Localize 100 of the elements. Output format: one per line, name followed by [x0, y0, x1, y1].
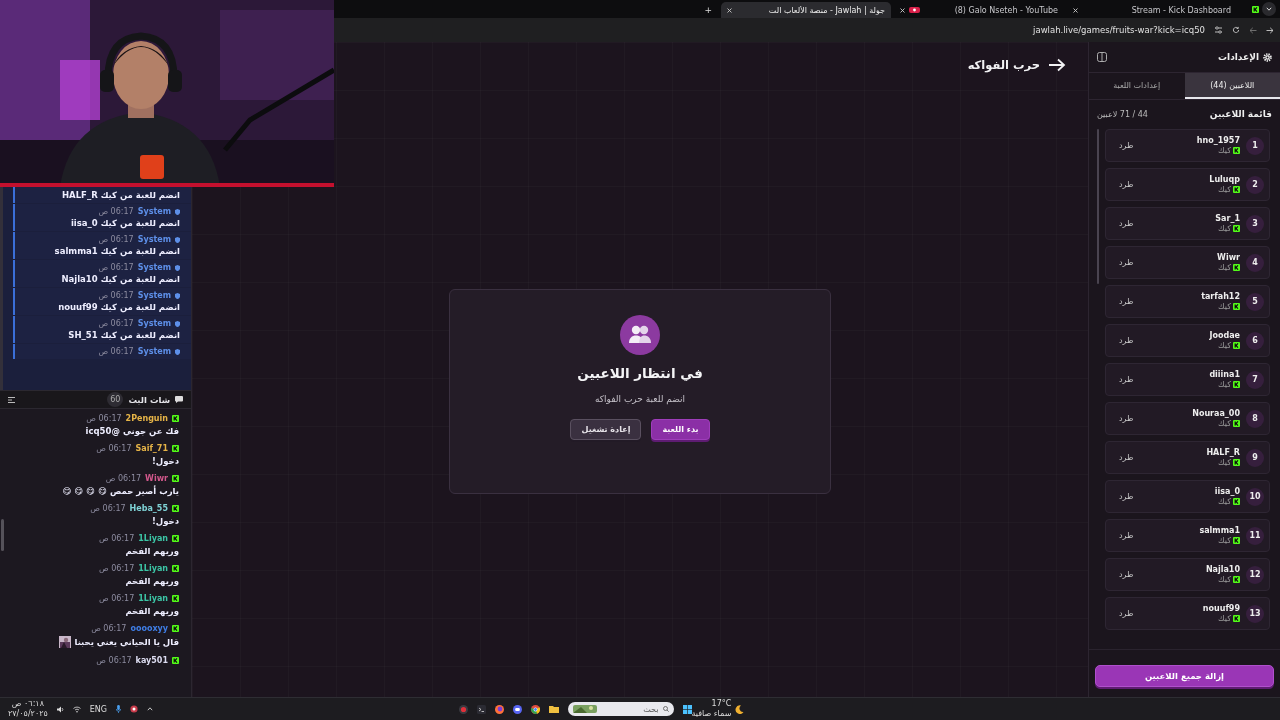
new-tab-button[interactable]: + [698, 2, 718, 18]
logo-icon [172, 535, 179, 542]
player-name: Sar_1 [1215, 214, 1240, 223]
rank-badge: 12 [1246, 565, 1264, 584]
platform-label: كيك [1218, 341, 1231, 350]
sidebar-tab[interactable]: اللاعبين (44) [1184, 73, 1280, 99]
browser-tab[interactable]: (8) Galo Nseteh - YouTube [894, 2, 1064, 18]
rank-badge: 5 [1246, 292, 1264, 311]
logo-icon [1233, 615, 1240, 622]
platform-label: كيك [1218, 419, 1231, 428]
close-icon[interactable] [1073, 7, 1078, 13]
browser-icon[interactable] [530, 704, 540, 714]
kick-button[interactable]: طرد [1111, 450, 1142, 465]
restart-button[interactable]: إعادة تشغيل [570, 419, 642, 440]
close-icon[interactable] [900, 7, 905, 13]
remove-all-button[interactable]: إزالة جميع اللاعبين [1095, 665, 1274, 688]
search-field[interactable]: بحث [567, 702, 674, 716]
username: 2Penguin [125, 414, 168, 423]
player-name: Wiwr [1217, 253, 1240, 262]
message-time: 06:17 ص [99, 594, 135, 603]
logo-icon [1233, 498, 1240, 505]
shield-icon [175, 348, 180, 355]
rank-badge: 10 [1246, 487, 1264, 506]
sidebar-tab[interactable]: إعدادات اللعبة [1089, 73, 1185, 99]
logo-icon [1233, 459, 1240, 466]
chat-title: شات البث [128, 394, 170, 405]
weather-temperature: 17°C [711, 699, 732, 709]
status-text: انضم للعبة حرب الفواكه [595, 394, 686, 404]
message-time: 06:17 ص [99, 564, 135, 573]
kick-button[interactable]: طرد [1111, 177, 1142, 192]
scrollbar-thumb[interactable] [1, 519, 4, 551]
rank-badge: 6 [1246, 331, 1264, 350]
player-name: salmma1 [1199, 526, 1240, 535]
right-arrow-icon[interactable] [1266, 26, 1274, 34]
rank-badge: 1 [1246, 136, 1264, 155]
logo-icon [172, 595, 179, 602]
kick-button[interactable]: طرد [1111, 138, 1142, 153]
message-text: فك عن جوني @icq50 [85, 426, 179, 436]
pinned-tab-icon[interactable] [1252, 5, 1259, 13]
terminal-icon[interactable] [476, 704, 486, 714]
platform-label: كيك [1218, 302, 1231, 311]
message-time: 06:17 ص [98, 207, 134, 216]
player-count: 44 / 71 لاعبين [1097, 109, 1148, 119]
rank-badge: 8 [1246, 409, 1264, 428]
kick-button[interactable]: طرد [1111, 489, 1142, 504]
message-text: salmma1 انضم للعبة من كيك [53, 246, 180, 256]
address-field[interactable]: jawlah.live/games/fruits-war?kick=icq50 [1033, 25, 1205, 35]
username: Wiwr [145, 474, 168, 483]
wifi-icon[interactable] [72, 705, 81, 713]
logo-icon [172, 505, 179, 512]
record-icon[interactable] [130, 705, 138, 713]
chat-bubble-icon[interactable] [512, 704, 522, 714]
microphone-icon[interactable] [116, 705, 121, 713]
player-name: hno_1957 [1196, 136, 1240, 145]
start-button[interactable]: بدء اللعبة [651, 419, 710, 440]
chevron-up-icon[interactable] [147, 707, 153, 711]
username: 1Liyan [138, 534, 168, 543]
left-arrow-icon[interactable] [1249, 26, 1257, 34]
menu-icon[interactable] [8, 396, 15, 403]
kick-button[interactable]: طرد [1111, 528, 1142, 543]
username: kay501 [135, 656, 168, 665]
kick-button[interactable]: طرد [1111, 255, 1142, 270]
rank-badge: 2 [1246, 175, 1264, 194]
folder-icon[interactable] [548, 705, 559, 713]
kick-button[interactable]: طرد [1111, 372, 1142, 387]
speaker-icon[interactable] [56, 705, 64, 713]
shield-icon [175, 264, 180, 271]
platform-label: كيك [1218, 380, 1231, 389]
message-text: وريهم الفخم [125, 606, 179, 616]
username: 1Liyan [138, 564, 168, 573]
kick-button[interactable]: طرد [1111, 333, 1142, 348]
rank-badge: 11 [1246, 526, 1264, 545]
kick-button[interactable]: طرد [1111, 411, 1142, 426]
close-icon[interactable] [727, 7, 732, 13]
browser-tab[interactable]: جولة | Jawlah - منصة الألعاب الت [721, 2, 891, 18]
browser-tab[interactable]: Stream - Kick Dashboard [1067, 2, 1237, 18]
logo-icon [172, 415, 179, 422]
player-name: nouuf99 [1202, 604, 1240, 613]
reload-icon[interactable] [1232, 26, 1240, 34]
kick-button[interactable]: طرد [1111, 567, 1142, 582]
message-text: وريهم الفخم [125, 546, 179, 556]
logo-icon [1233, 420, 1240, 427]
platform-label: كيك [1218, 614, 1231, 623]
moon-icon [735, 704, 745, 714]
language-indicator[interactable]: ENG [89, 704, 107, 714]
logo-icon [1233, 381, 1240, 388]
sidebar-title: الإعدادات [1218, 52, 1259, 62]
grid-icon[interactable] [682, 704, 692, 714]
kick-button[interactable]: طرد [1111, 606, 1142, 621]
sender-name: System [137, 319, 171, 328]
kick-button[interactable]: طرد [1111, 216, 1142, 231]
message-time: 06:17 ص [105, 474, 142, 483]
kick-button[interactable]: طرد [1111, 294, 1142, 309]
sender-name: System [137, 207, 171, 216]
panel-toggle-icon[interactable] [1097, 52, 1107, 62]
message-time: 06:17 ص [91, 624, 127, 633]
scrollbar-thumb[interactable] [1097, 129, 1099, 284]
platform-label: كيك [1218, 185, 1231, 194]
platform-label: كيك [1218, 146, 1231, 155]
sliders-icon[interactable] [1214, 26, 1223, 34]
